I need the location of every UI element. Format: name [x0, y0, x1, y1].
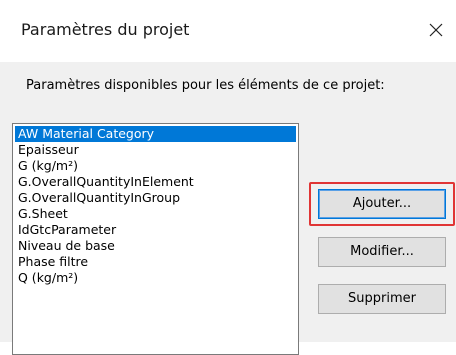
- parameters-listbox[interactable]: AW Material Category Epaisseur G (kg/m²)…: [12, 123, 299, 355]
- list-item[interactable]: Phase filtre: [13, 254, 298, 270]
- close-icon: [429, 23, 443, 37]
- list-item[interactable]: Niveau de base: [13, 238, 298, 254]
- list-item[interactable]: Q (kg/m²): [13, 270, 298, 286]
- dialog-title: Paramètres du projet: [21, 20, 190, 39]
- add-button[interactable]: Ajouter...: [318, 189, 446, 219]
- close-button[interactable]: [420, 14, 452, 46]
- dialog-titlebar: Paramètres du projet: [0, 0, 456, 62]
- delete-button[interactable]: Supprimer: [318, 284, 446, 314]
- available-parameters-label: Paramètres disponibles pour les éléments…: [26, 78, 385, 93]
- list-item[interactable]: AW Material Category: [15, 126, 296, 142]
- modify-button[interactable]: Modifier...: [318, 237, 446, 267]
- list-item[interactable]: IdGtcParameter: [13, 222, 298, 238]
- list-item[interactable]: G.OverallQuantityInGroup: [13, 190, 298, 206]
- dialog-body: Paramètres disponibles pour les éléments…: [0, 62, 456, 355]
- list-item[interactable]: Epaisseur: [13, 142, 298, 158]
- list-item[interactable]: G.Sheet: [13, 206, 298, 222]
- list-item[interactable]: G (kg/m²): [13, 158, 298, 174]
- list-item[interactable]: G.OverallQuantityInElement: [13, 174, 298, 190]
